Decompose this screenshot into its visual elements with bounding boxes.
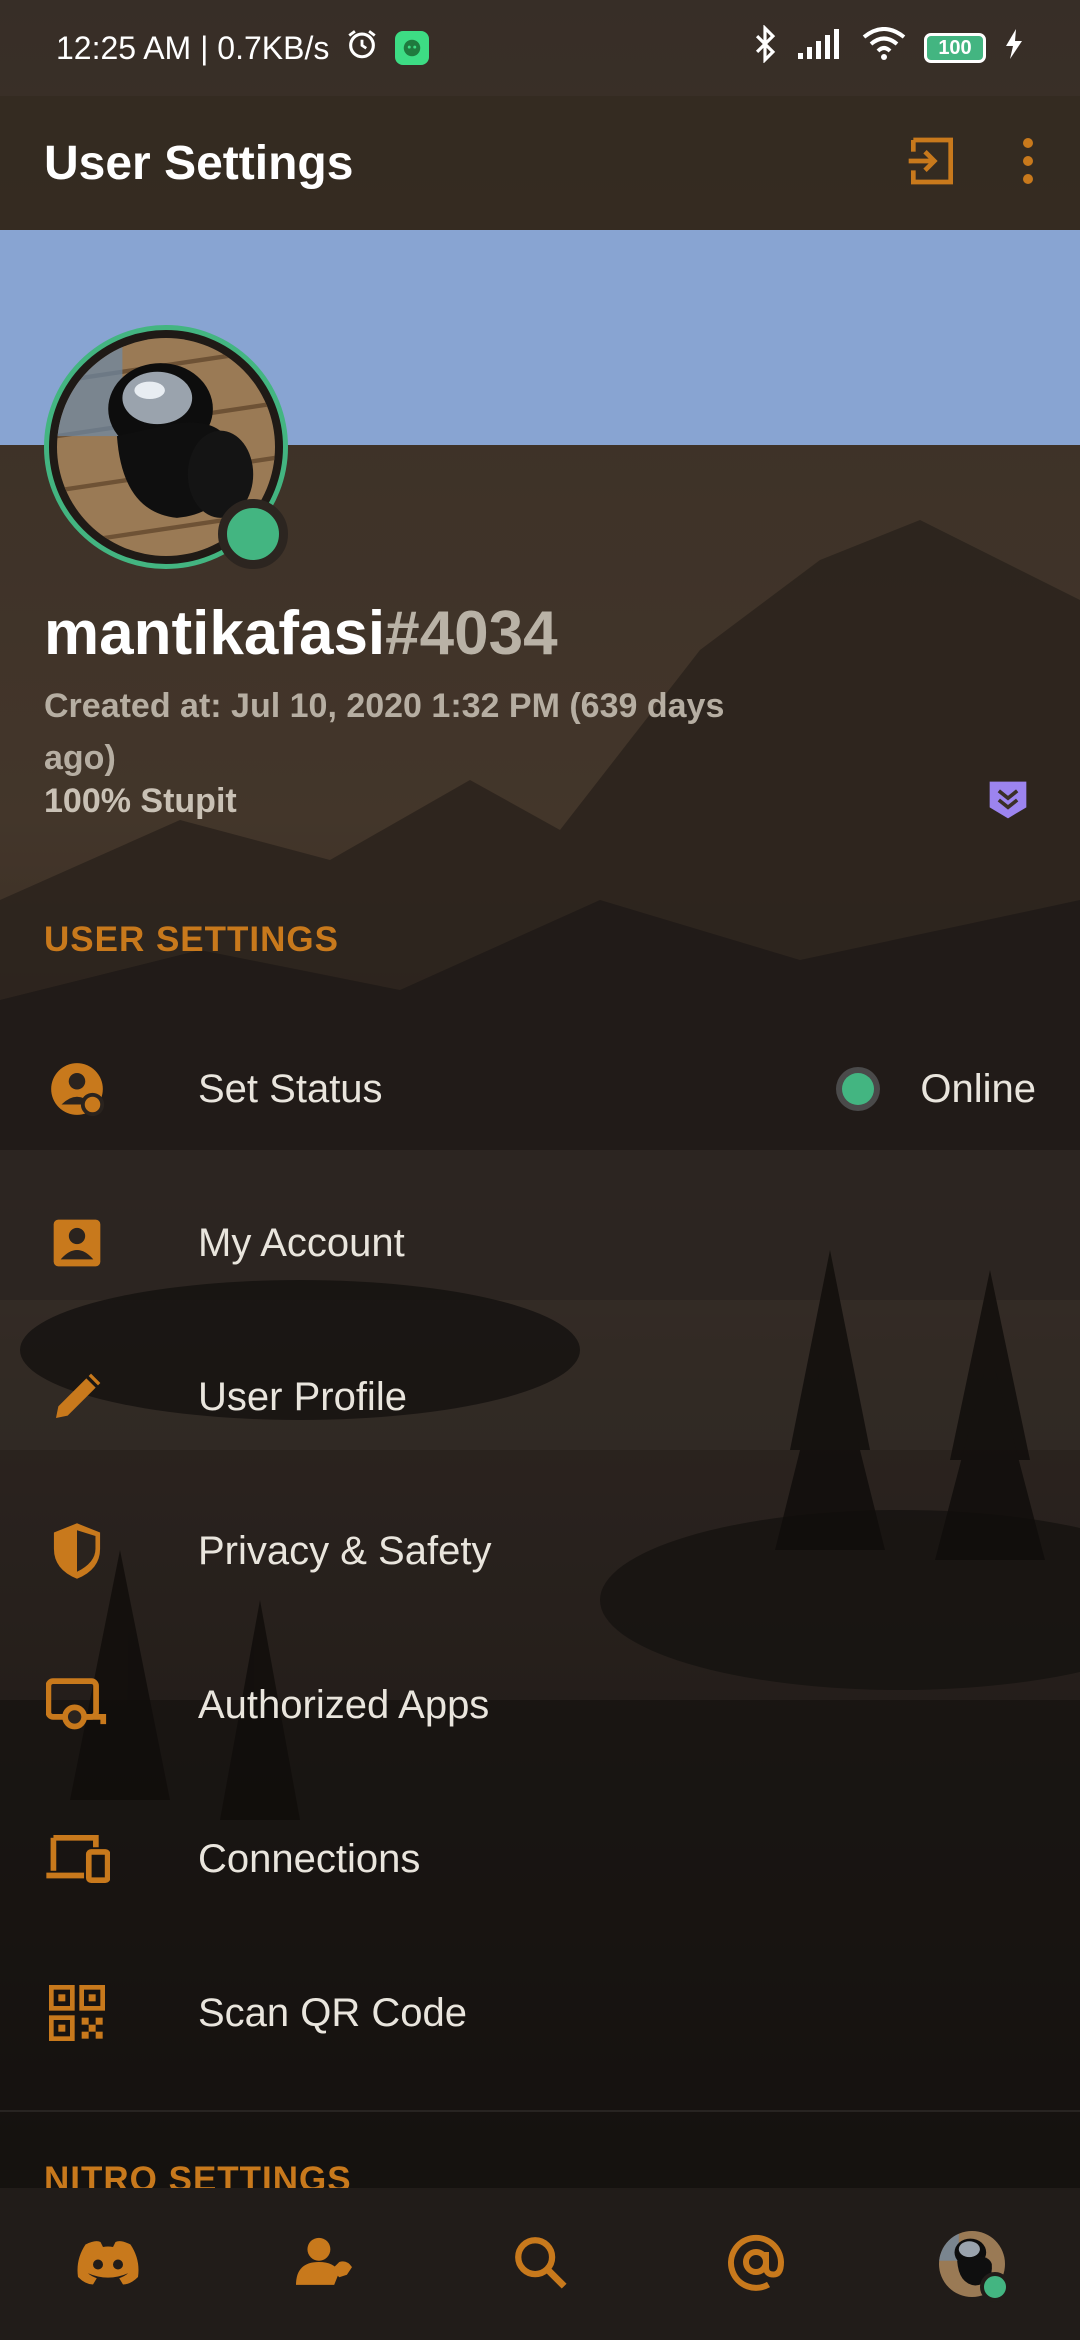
nav-profile[interactable] [912,2204,1032,2324]
avatar[interactable] [44,325,288,569]
menu-item-privacy-safety[interactable]: Privacy & Safety [0,1474,1080,1628]
bottom-navigation [0,2188,1080,2340]
page-title: User Settings [44,136,354,190]
app-notification-icon [395,31,430,65]
username-discriminator: #4034 [385,599,558,668]
menu-item-label: Privacy & Safety [198,1528,492,1573]
menu-item-label: My Account [198,1220,405,1265]
signal-icon [796,27,844,69]
account-icon [44,1210,110,1276]
bluetooth-icon [752,24,778,71]
alarm-icon [345,27,379,69]
menu-item-set-status[interactable]: Set Status Online [0,1012,1080,1166]
username-name: mantikafasi [44,599,386,668]
menu-item-label: Connections [198,1836,421,1881]
menu-item-label: Scan QR Code [198,1990,468,2035]
menu-item-label: Set Status [198,1066,383,1111]
hypesquad-badge-icon[interactable] [986,778,1030,822]
wifi-icon [862,27,906,69]
menu-item-label: User Profile [198,1374,407,1419]
nav-mentions[interactable] [696,2204,816,2324]
menu-item-connections[interactable]: Connections [0,1782,1080,1936]
nav-friends[interactable] [264,2204,384,2324]
mentions-icon [726,2232,786,2297]
charging-icon [1004,29,1024,67]
menu-item-scan-qr-code[interactable]: Scan QR Code [0,1936,1080,2090]
online-status-icon [836,1067,881,1111]
search-icon [511,2233,569,2296]
account-created-date: Created at: Jul 10, 2020 1:32 PM (639 da… [44,687,725,777]
discord-home-icon [73,2236,143,2293]
pencil-icon [44,1364,110,1430]
nav-online-indicator [980,2272,1010,2302]
online-status-indicator [218,499,288,569]
status-time-speed: 12:25 AM | 0.7KB/s [56,29,330,66]
friends-icon [293,2234,355,2295]
nitro-settings-header: NITRO SETTINGS [44,2160,352,2190]
devices-icon [44,1826,110,1892]
status-bar: 12:25 AM | 0.7KB/s 100 [0,0,1080,96]
section-divider [0,2110,1080,2112]
overflow-menu-icon[interactable] [1020,135,1036,192]
battery-indicator: 100 [924,33,986,63]
shield-icon [44,1518,110,1584]
logout-icon[interactable] [904,133,960,194]
about-me: 100% Stupit [44,782,237,820]
menu-item-label: Authorized Apps [198,1682,490,1727]
menu-item-user-profile[interactable]: User Profile [0,1320,1080,1474]
current-status-label: Online [920,1066,1036,1111]
menu-item-my-account[interactable]: My Account [0,1166,1080,1320]
status-icon [44,1056,110,1122]
user-settings-list: Set Status Online My Account User Profil… [0,1012,1080,2090]
authorized-apps-icon [44,1672,110,1738]
nav-home[interactable] [48,2204,168,2324]
menu-item-authorized-apps[interactable]: Authorized Apps [0,1628,1080,1782]
username: mantikafasi#4034 [44,598,558,669]
app-bar: User Settings [0,96,1080,230]
nav-search[interactable] [480,2204,600,2324]
user-settings-header: USER SETTINGS [44,920,339,959]
qr-code-icon [44,1980,110,2046]
